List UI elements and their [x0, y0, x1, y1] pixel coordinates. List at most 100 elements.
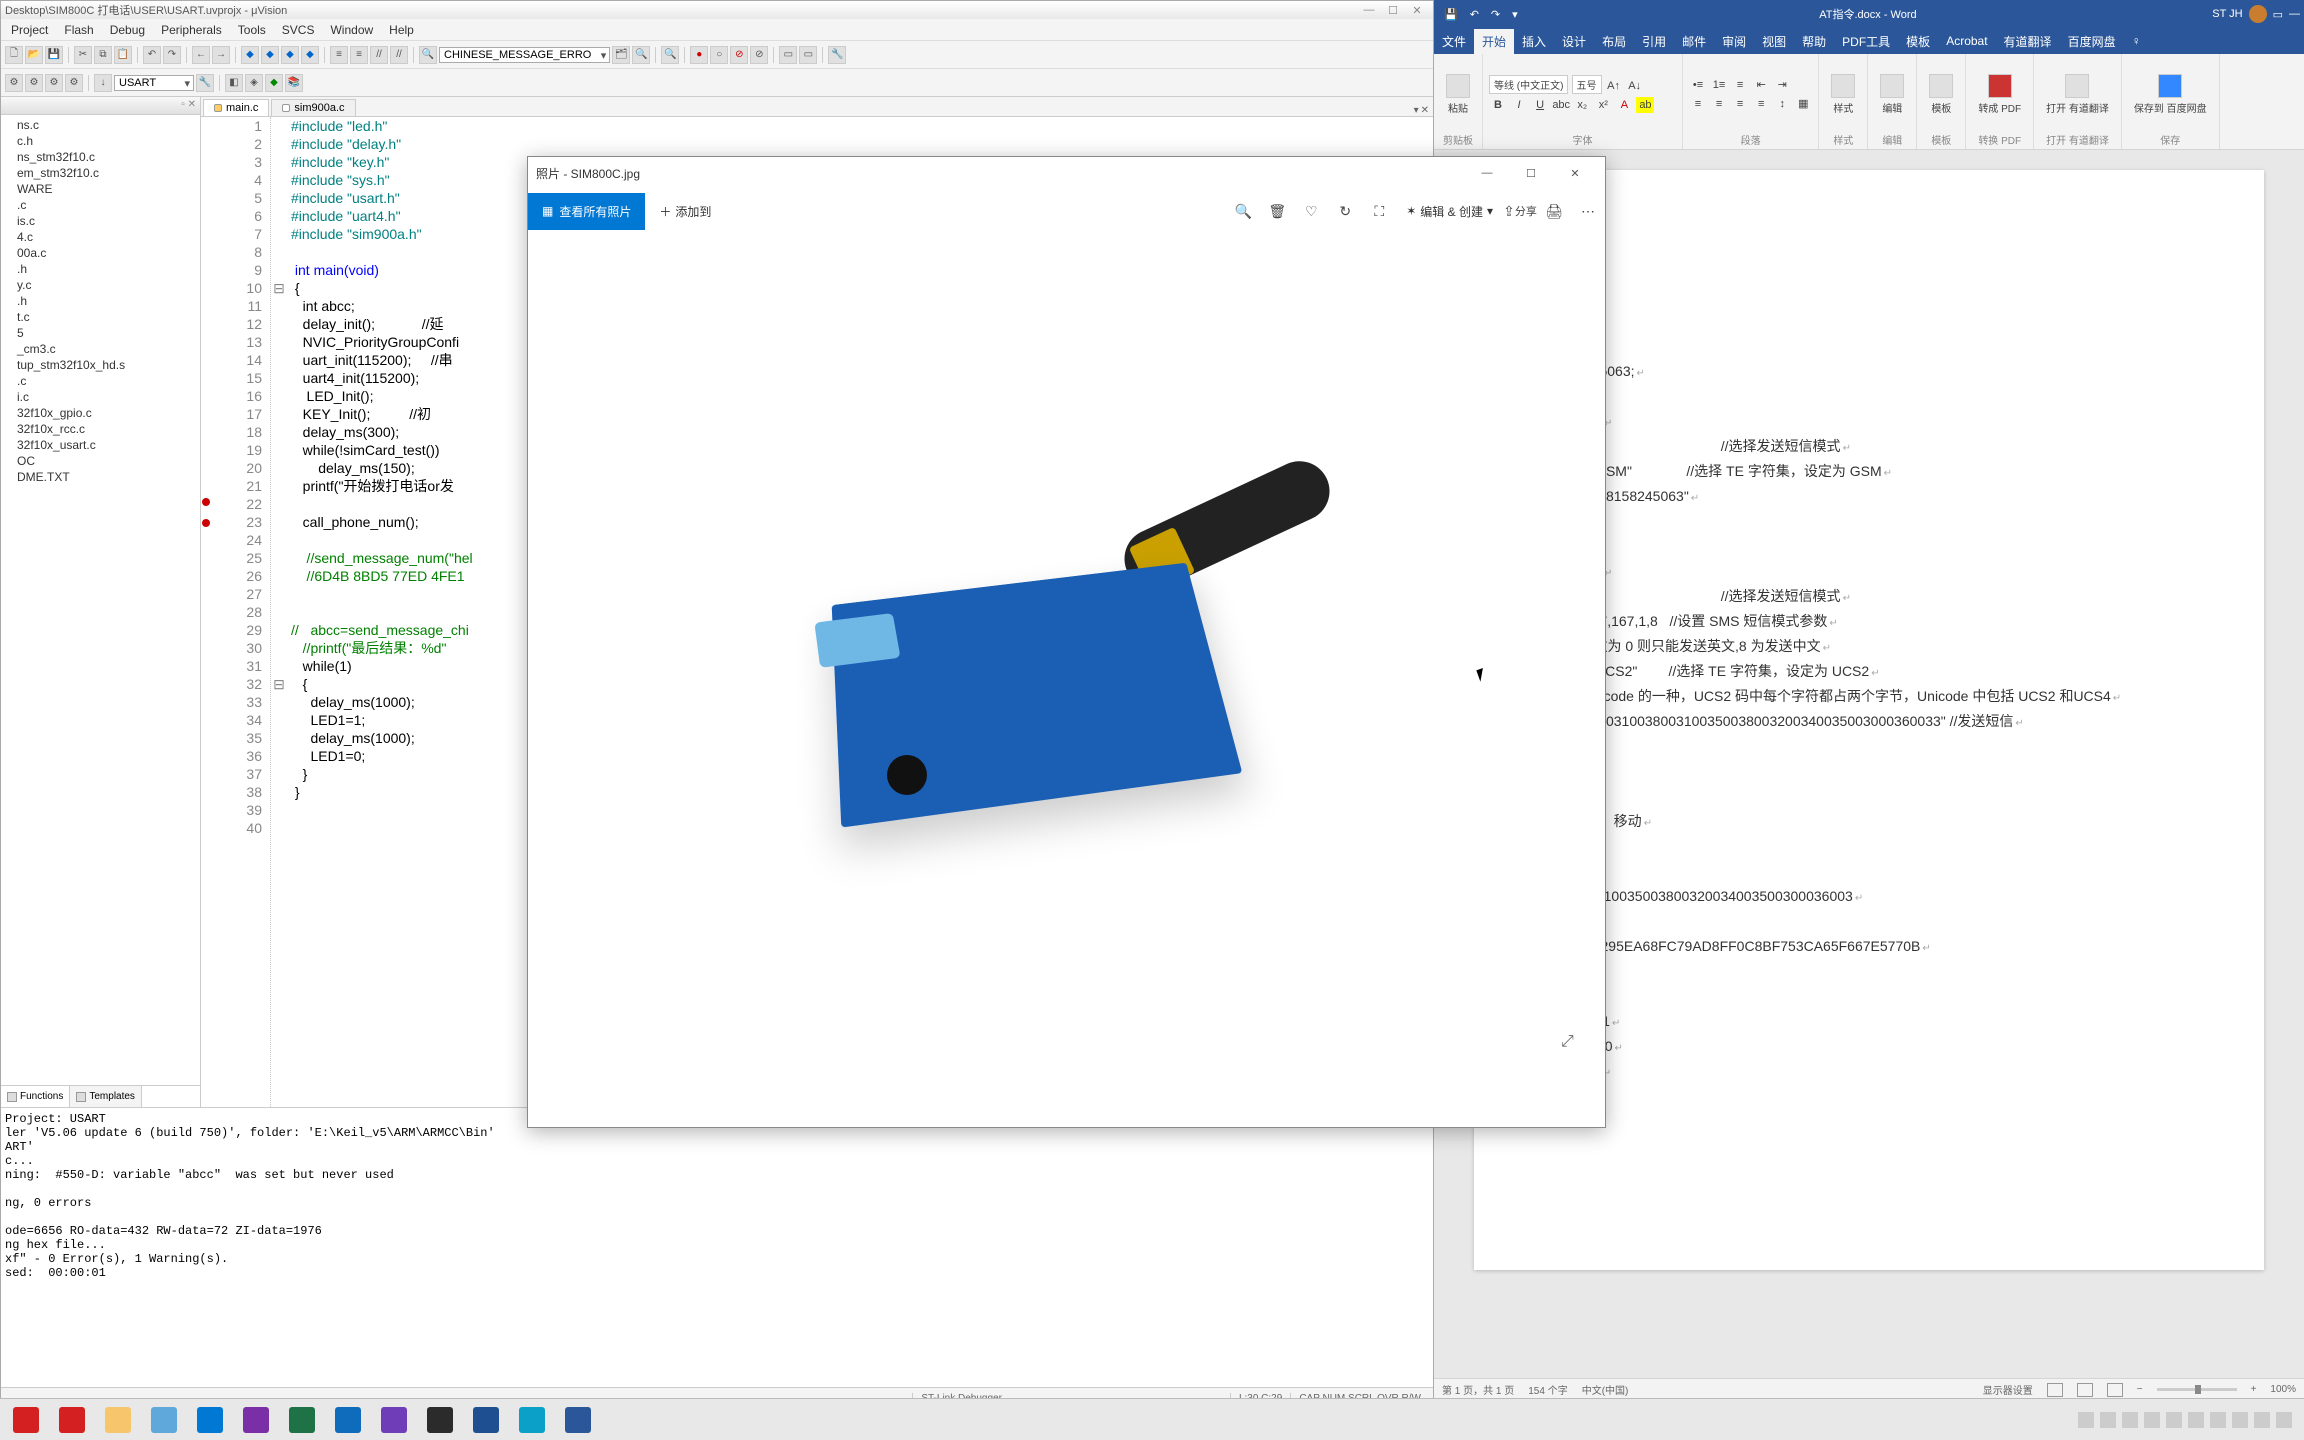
maximize-icon[interactable]: ☐	[1381, 4, 1405, 17]
ribbon-tab-百度网盘[interactable]: 百度网盘	[2060, 29, 2124, 54]
ribbon-tab-Acrobat[interactable]: Acrobat	[1938, 30, 1995, 52]
menu-window[interactable]: Window	[322, 21, 381, 39]
doc-line[interactable]	[1518, 760, 2220, 785]
open-icon[interactable]: 📂	[25, 46, 43, 64]
doc-line[interactable]: 发送中文短信	[1518, 560, 2220, 585]
taskbar-app-folder[interactable]	[96, 1403, 140, 1437]
rte-icon[interactable]: ◆	[265, 74, 283, 92]
print-icon[interactable]: 🖨	[1537, 194, 1571, 228]
tree-item[interactable]: 32f10x_gpio.c	[3, 405, 198, 421]
taskbar-app-word[interactable]	[556, 1403, 600, 1437]
read-view-icon[interactable]	[2047, 1383, 2063, 1397]
qat-more-icon[interactable]: ▾	[1506, 8, 1524, 21]
ribbon-tab-有道翻译[interactable]: 有道翻译	[1996, 29, 2060, 54]
align-left-icon[interactable]: ≡	[1689, 96, 1707, 112]
shading-icon[interactable]: ▦	[1794, 96, 1812, 112]
edit-create-button[interactable]: ✶ 编辑 & 创建 ▾	[1396, 203, 1503, 220]
ribbon-tab-帮助[interactable]: 帮助	[1794, 29, 1834, 54]
outdent-icon[interactable]: ≡	[350, 46, 368, 64]
tree-item[interactable]: _cm3.c	[3, 341, 198, 357]
target-combo[interactable]: USART	[114, 75, 194, 91]
user-area[interactable]: ST JH ▭ —	[2212, 5, 2300, 23]
manage-icon[interactable]: ◧	[225, 74, 243, 92]
word-count[interactable]: 154 个字	[1528, 1382, 1567, 1397]
add-to-button[interactable]: ＋ 添加到	[645, 193, 725, 230]
tree-item[interactable]: 00a.c	[3, 245, 198, 261]
doc-line[interactable]: 发送英文短信	[1518, 410, 2220, 435]
zoom-in-icon[interactable]: +	[2251, 1384, 2257, 1395]
find-combo[interactable]: CHINESE_MESSAGE_ERRO	[439, 47, 610, 63]
zoom-icon[interactable]: 🔍	[1226, 194, 1260, 228]
tray-icon[interactable]	[2188, 1412, 2204, 1428]
nav-fwd-icon[interactable]: →	[212, 46, 230, 64]
doc-line[interactable]: AT+CPIN?	[1518, 260, 2220, 285]
tree-item[interactable]: 4.c	[3, 229, 198, 245]
breakpoint-icon[interactable]: ●	[690, 46, 708, 64]
tree-item[interactable]: 32f10x_usart.c	[3, 437, 198, 453]
page-indicator[interactable]: 第 1 页，共 1 页	[1442, 1382, 1514, 1397]
save-icon[interactable]: 💾	[45, 46, 63, 64]
tree-item[interactable]: ns.c	[3, 117, 198, 133]
ribbon-tab-引用[interactable]: 引用	[1634, 29, 1674, 54]
ribbon-tab-开始[interactable]: 开始	[1474, 29, 1514, 54]
taskbar-app-app-dark[interactable]	[418, 1403, 462, 1437]
tell-me-icon[interactable]: ♀	[2124, 30, 2149, 52]
zoom-percent[interactable]: 100%	[2270, 1384, 2296, 1395]
tree-item[interactable]: t.c	[3, 309, 198, 325]
target-opts-icon[interactable]: 🔧	[196, 74, 214, 92]
doc-line[interactable]: *最后一个参数为 0 则只能发送英文,8 为发送中文	[1518, 635, 2220, 660]
build-all-icon[interactable]: ⚙	[25, 74, 43, 92]
rebuild-icon[interactable]: ⚙	[45, 74, 63, 92]
doc-line[interactable]: AT+CSCS="UCS2" //选择 TE 字符集，设定为 UCS2	[1518, 660, 2220, 685]
panel-tab-templates[interactable]: Templates	[70, 1086, 142, 1107]
tray-icon[interactable]	[2210, 1412, 2226, 1428]
doc-line[interactable]	[1518, 860, 2220, 885]
highlight-icon[interactable]: ab	[1636, 97, 1654, 113]
taskbar-app-app-teal[interactable]	[510, 1403, 554, 1437]
doc-line[interactable]	[1518, 910, 2220, 935]
system-tray[interactable]	[2070, 1412, 2300, 1428]
tree-item[interactable]: c.h	[3, 133, 198, 149]
build-output[interactable]: Project: USART ler 'V5.06 update 6 (buil…	[1, 1107, 1433, 1387]
doc-line[interactable]: 拨打电话	[1518, 335, 2220, 360]
doc-line[interactable]: >	[1518, 510, 2220, 535]
config-icon[interactable]: 🔧	[828, 46, 846, 64]
panel-tab-functions[interactable]: Functions	[1, 1086, 70, 1107]
photo-canvas[interactable]: ⤢	[528, 233, 1605, 1077]
paste-button[interactable]: 粘贴	[1440, 70, 1476, 119]
nav-back-icon[interactable]: ←	[192, 46, 210, 64]
doc-line[interactable]	[1518, 310, 2220, 335]
redo-icon[interactable]: ↷	[163, 46, 181, 64]
tray-icon[interactable]	[2232, 1412, 2248, 1428]
doc-line[interactable]: SRXD -> PC10	[1518, 1035, 2220, 1060]
taskbar-app-vscode[interactable]	[188, 1403, 232, 1437]
taskbar-app-onenote[interactable]	[234, 1403, 278, 1437]
tray-icon[interactable]	[2254, 1412, 2270, 1428]
build-icon[interactable]: ⚙	[5, 74, 23, 92]
batch-build-icon[interactable]: ⚙	[65, 74, 83, 92]
doc-line[interactable]	[1518, 385, 2220, 410]
tray-icon[interactable]	[2144, 1412, 2160, 1428]
align-center-icon[interactable]: ≡	[1710, 96, 1728, 112]
taskbar-app-atk-icon[interactable]	[50, 1403, 94, 1437]
ribbon-opts-icon[interactable]: ▭	[2273, 8, 2283, 21]
word-titlebar[interactable]: 💾 ↶ ↷ ▾ AT指令.docx - Word ST JH ▭ —	[1434, 0, 2304, 28]
tab-close-icon[interactable]: ✕	[1421, 105, 1429, 116]
bookmark-next-icon[interactable]: ◆	[281, 46, 299, 64]
undo-icon[interactable]: ↶	[143, 46, 161, 64]
maximize-icon[interactable]: ☐	[1509, 157, 1553, 189]
tree-item[interactable]: is.c	[3, 213, 198, 229]
ribbon-tab-插入[interactable]: 插入	[1514, 29, 1554, 54]
menu-tools[interactable]: Tools	[230, 21, 274, 39]
minimize-icon[interactable]: —	[1357, 4, 1381, 16]
menu-help[interactable]: Help	[381, 21, 422, 39]
books-icon[interactable]: 📚	[285, 74, 303, 92]
tree-item[interactable]: OC	[3, 453, 198, 469]
doc-line[interactable]: AT+CMGS="0031003800310035003800320034003…	[1518, 710, 2220, 735]
incr-find-icon[interactable]: 🔍	[632, 46, 650, 64]
italic-icon[interactable]: I	[1510, 97, 1528, 113]
indent-inc-icon[interactable]: ⇥	[1773, 76, 1791, 92]
debug-icon[interactable]: 🔍	[661, 46, 679, 64]
taskbar-app-browser1[interactable]	[142, 1403, 186, 1437]
close-icon[interactable]: ✕	[1405, 4, 1429, 17]
